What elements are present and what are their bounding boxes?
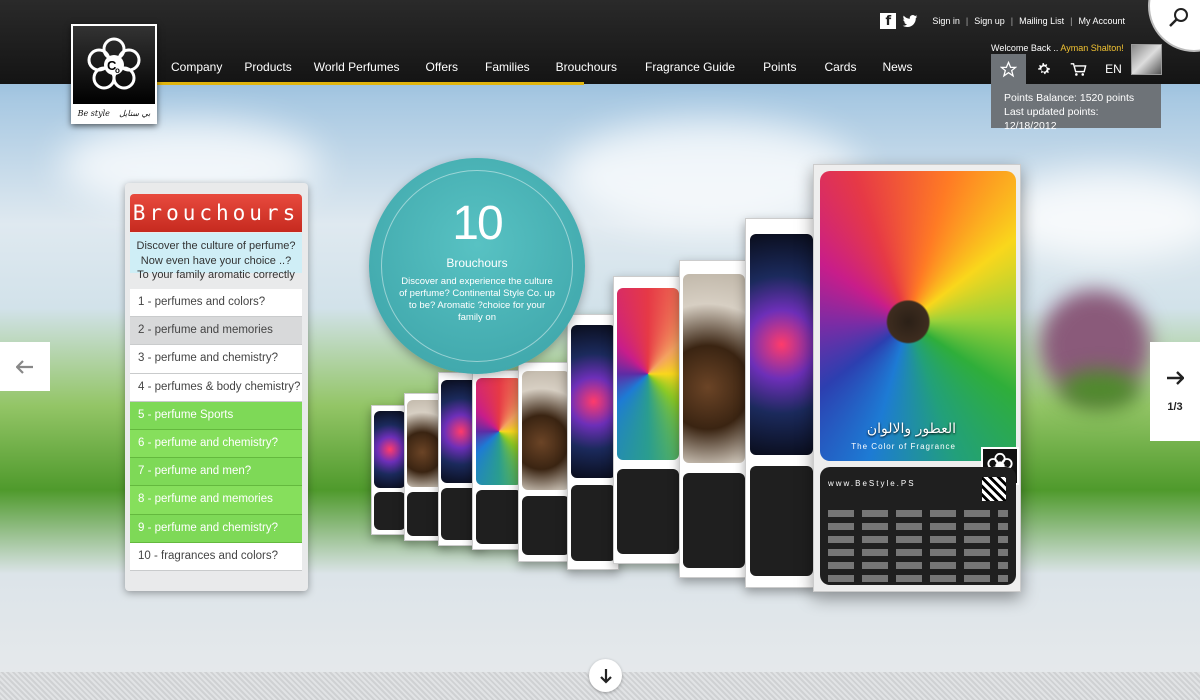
contact-row [828,510,1008,517]
points-balance-box: Points Balance: 1520 points Last updated… [991,84,1161,132]
brochures-count: 10 [452,197,503,250]
brochures-panel: Brouchours Discover the culture of perfu… [125,183,308,591]
welcome-message: Welcome Back .. Ayman Shalton! [991,43,1124,53]
qr-code-icon [982,477,1006,501]
my-account-link[interactable]: My Account [1078,16,1125,26]
nav-item-brouchours[interactable]: Brouchours [556,60,617,76]
brochure-thumbnail[interactable] [567,314,619,570]
facebook-icon[interactable]: f [880,13,897,29]
account-links: f Sign in | Sign up | Mailing List | My … [880,13,1125,29]
arrow-down-icon [599,668,612,684]
twitter-icon[interactable] [902,13,918,29]
avatar[interactable] [1131,44,1162,75]
brochure-list-item[interactable]: 1 - perfumes and colors? [130,289,302,318]
flower-logo-icon: C o [87,37,141,90]
contact-row [828,536,1008,543]
cart-icon [1070,62,1087,76]
brochure-list-item[interactable]: 9 - perfume and chemistry? [130,514,302,543]
link-separator: | [1070,16,1073,26]
contact-row [828,575,1008,582]
sign-up-link[interactable]: Sign up [974,16,1005,26]
user-toolbar: EN [991,54,1131,84]
brochure-info-panel: www.BeStyle.PS [820,467,1016,585]
nav-item-cards[interactable]: Cards [824,60,856,76]
nav-accent-line [156,82,584,85]
panel-intro-line: To your family aromatic correctly [137,269,295,281]
brochure-list-item[interactable]: 8 - perfume and memories [130,486,302,515]
link-separator: | [1010,16,1014,26]
previous-button[interactable] [0,342,50,391]
brochure-subtitle: The Color of Fragrance [851,442,956,451]
brochure-thumbnail[interactable] [745,218,817,588]
nav-item-offers[interactable]: Offers [426,60,458,76]
brochure-thumbnail[interactable] [518,362,574,562]
sign-in-link[interactable]: Sign in [932,16,960,26]
panel-intro-line: Discover the culture of perfume? [136,240,296,252]
cloud [1000,170,1200,260]
featured-brochure[interactable]: العطور والالوان The Color of Fragrance w… [813,164,1021,592]
contact-row [828,523,1008,530]
mailing-list-link[interactable]: Mailing List [1019,16,1064,26]
brochure-thumbnail[interactable] [679,260,749,578]
gear-icon [1037,63,1050,75]
svg-text:o: o [115,66,120,75]
brochure-list-item[interactable]: 5 - perfume Sports [130,401,302,430]
brochures-label: Brouchours [446,256,508,270]
nav-item-families[interactable]: Families [485,60,530,76]
logo-mark: C o [73,26,155,104]
search-icon [1169,8,1188,27]
logo-tagline-arabic: بي ستايل [119,108,151,118]
brochure-website: www.BeStyle.PS [828,479,916,488]
nav-item-news[interactable]: News [882,60,912,76]
brochure-list-item[interactable]: 7 - perfume and men? [130,458,302,487]
nav-item-fragrance-guide[interactable]: Fragrance Guide [645,60,735,76]
brochure-cover-art: العطور والالوان The Color of Fragrance [820,171,1016,461]
welcome-prefix: Welcome Back .. [991,43,1061,53]
logo-tagline: Be style بي ستايل [73,104,155,122]
arrow-left-icon [16,359,33,374]
favorites-button[interactable] [991,54,1026,84]
panel-intro-line: Now even have your choice ..? [140,254,292,267]
link-separator: | [965,16,969,26]
user-name[interactable]: Ayman Shalton! [1060,43,1123,53]
next-button[interactable]: 1/3 [1150,342,1200,441]
brochure-list: 1 - perfumes and colors? 2 - perfume and… [130,289,302,571]
cart-button[interactable] [1061,54,1096,84]
panel-title: Brouchours [130,194,302,232]
panel-intro: Discover the culture of perfume? Now eve… [130,233,302,281]
arrow-right-icon [1167,370,1184,385]
nav-item-world-perfumes[interactable]: World Perfumes [314,60,400,76]
nav-item-products[interactable]: Products [244,60,291,76]
settings-button[interactable] [1026,54,1061,84]
nav-item-company[interactable]: Company [171,60,222,76]
brochure-arabic-title: العطور والالوان [866,421,956,437]
contact-row [828,562,1008,569]
brochure-list-item[interactable]: 10 - fragrances and colors? [130,542,302,571]
main-nav: Company Products World Perfumes Offers F… [160,60,912,76]
contact-row [828,549,1008,556]
logo-tagline-latin: Be style [77,108,110,118]
brochure-list-item[interactable]: 6 - perfume and chemistry? [130,429,302,459]
star-icon [1000,60,1017,77]
points-updated: Last updated points: 12/18/2012 [1004,106,1099,132]
brochure-list-item[interactable]: 4 - perfumes & body chemistry? [130,373,302,402]
page-indicator: 1/3 [1167,400,1183,413]
scroll-down-button[interactable] [589,659,622,692]
brochure-list-item[interactable]: 3 - perfume and chemistry? [130,345,302,374]
brochure-thumbnail[interactable] [613,276,683,564]
brochure-list-item[interactable]: 2 - perfume and memories [130,317,302,346]
nav-item-points[interactable]: Points [763,60,796,76]
brochures-count-badge: 10 Brouchours Discover and experience th… [369,158,585,374]
tree [1060,370,1140,410]
language-switch[interactable]: EN [1096,54,1131,84]
brand-logo[interactable]: C o Be style بي ستايل [71,24,157,124]
points-balance: Points Balance: 1520 points [1004,92,1135,104]
brochures-description: Discover and experience the culture of p… [399,276,555,323]
